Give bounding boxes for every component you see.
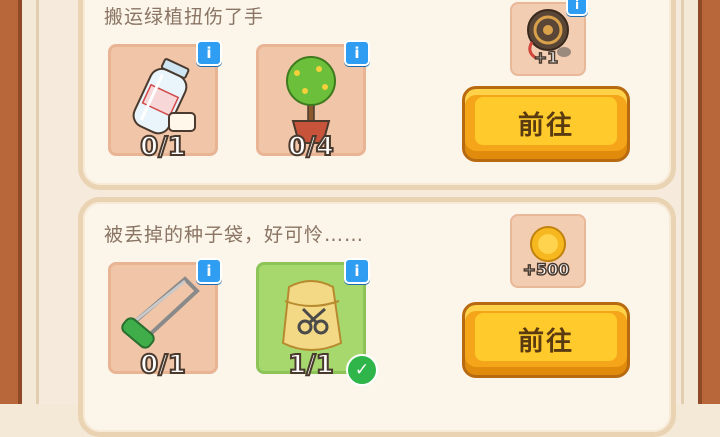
item-info-button[interactable]: i — [196, 40, 222, 66]
quest-description: 被丢掉的种子袋，好可怜…… — [104, 224, 365, 246]
wood-frame-left — [0, 0, 22, 404]
go-button-label: 前往 — [517, 111, 574, 141]
wood-frame-right — [698, 0, 720, 404]
reward-amount: +500 — [522, 259, 570, 280]
quest-description: 搬运绿植扭伤了手 — [104, 6, 265, 28]
item-count: 0/1 — [139, 131, 187, 163]
item-count: 0/1 — [139, 349, 187, 381]
reward-info-button[interactable]: i — [566, 0, 588, 16]
go-button[interactable]: 前往 — [462, 302, 630, 378]
check-icon: ✓ — [346, 354, 378, 386]
item-info-button[interactable]: i — [344, 258, 370, 284]
item-info-button[interactable]: i — [344, 40, 370, 66]
go-button-label: 前往 — [517, 327, 574, 357]
reward-amount: +1 — [533, 47, 559, 68]
go-button[interactable]: 前往 — [462, 86, 630, 162]
item-count: 0/4 — [287, 131, 335, 163]
item-info-button[interactable]: i — [196, 258, 222, 284]
